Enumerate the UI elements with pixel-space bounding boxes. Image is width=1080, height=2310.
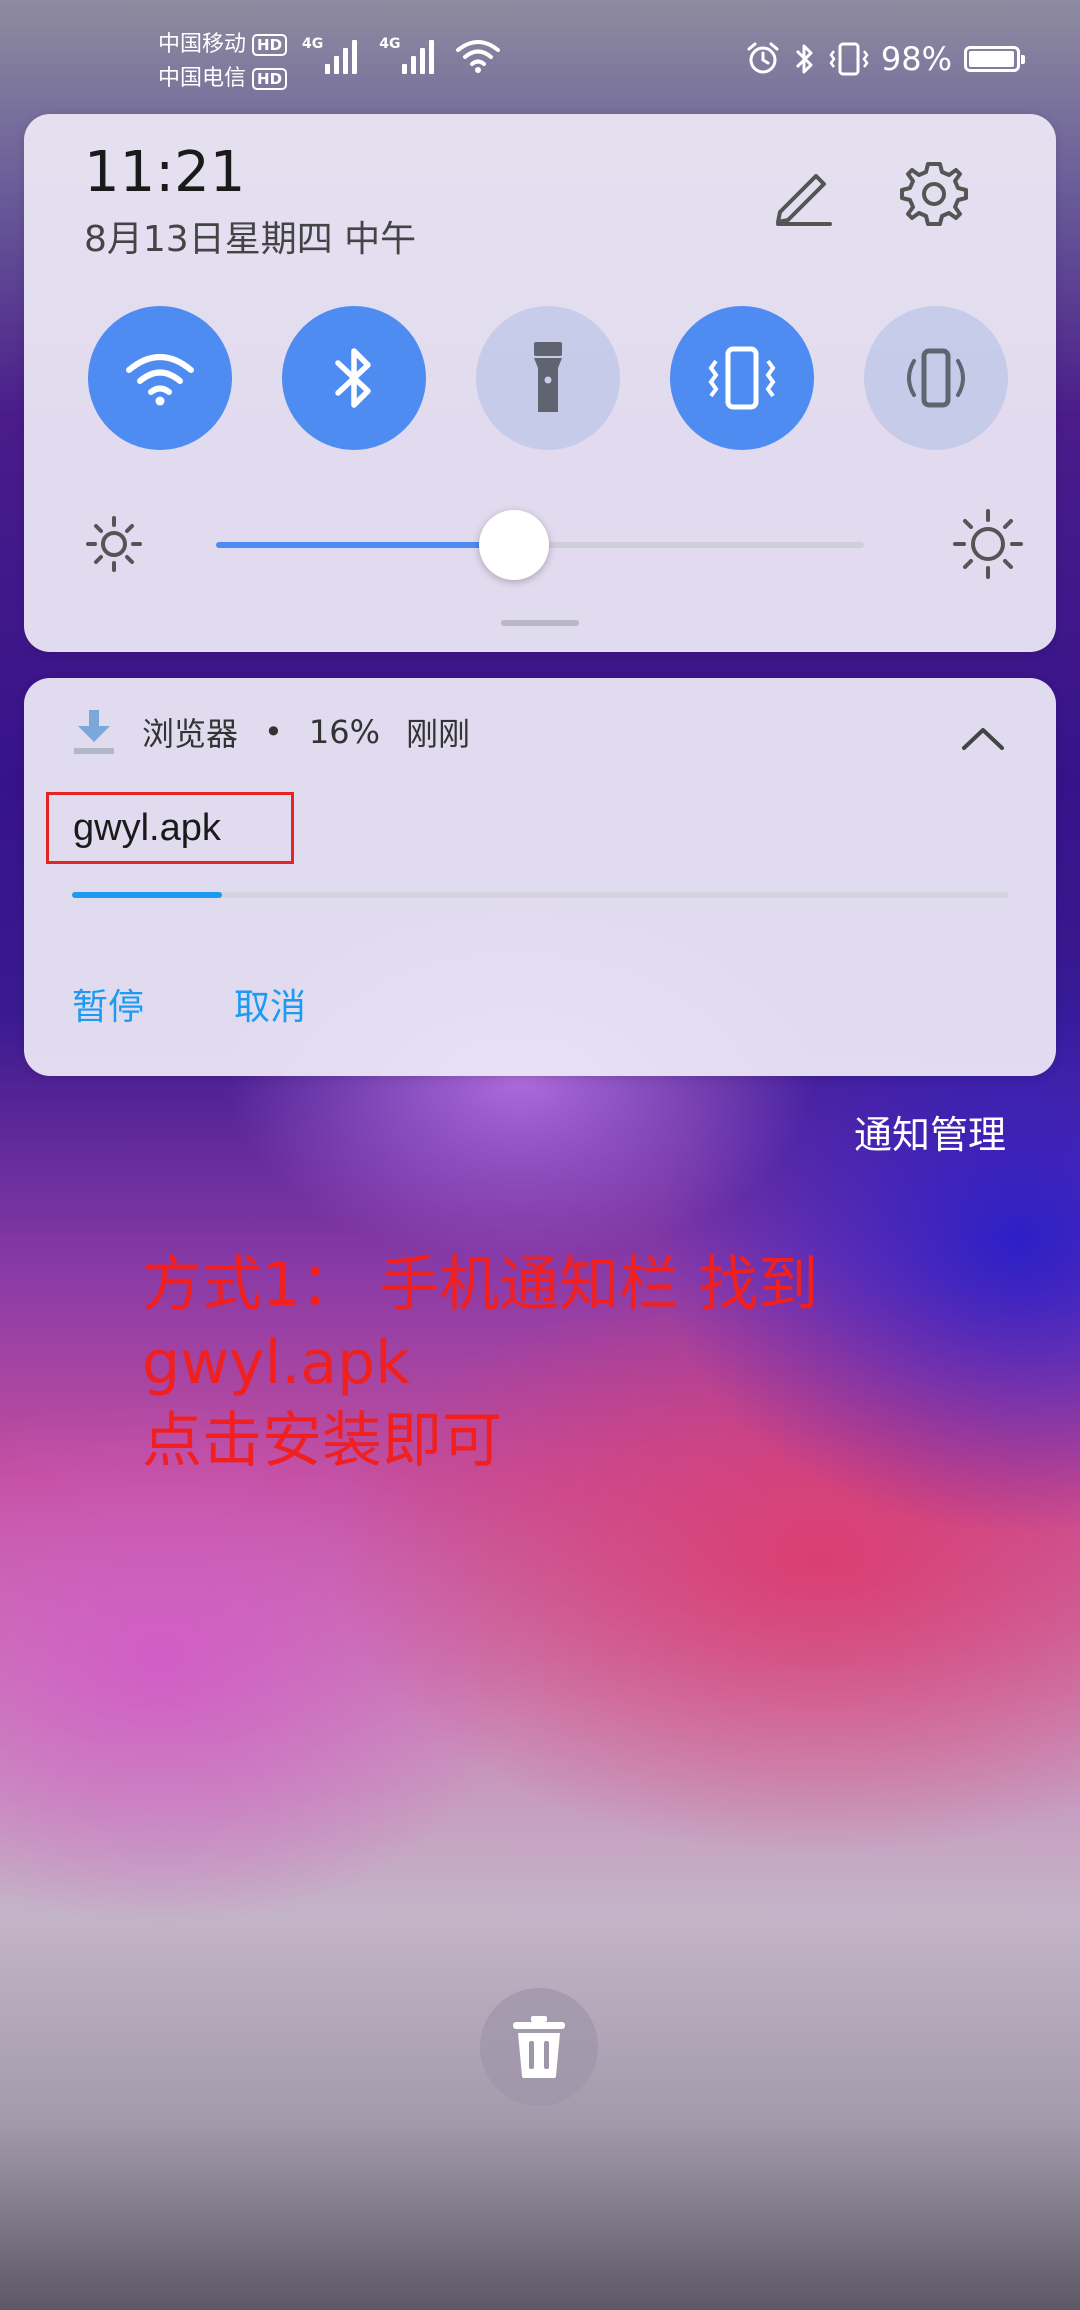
annotation-line-1: 方式1： 手机通知栏 找到 — [142, 1250, 819, 1320]
hd-badge: HD — [252, 68, 288, 90]
hd-badge: HD — [252, 34, 288, 56]
flashlight-icon — [534, 342, 562, 412]
vibrate-icon — [708, 346, 776, 410]
trash-icon — [513, 2016, 565, 2078]
edit-button[interactable] — [764, 154, 844, 234]
notification-manage-link[interactable]: 通知管理 — [854, 1104, 1006, 1159]
quick-settings-panel: 11:21 8月13日星期四 中午 — [24, 114, 1056, 652]
signal-indicators: 4G 4G — [302, 36, 501, 74]
status-bar: 中国移动 HD 中国电信 HD 4G 4G 98% — [0, 0, 1080, 110]
download-progress-bar — [72, 892, 1008, 898]
clear-notifications-button[interactable] — [480, 1988, 598, 2106]
download-file-name: gwyl.apk — [73, 806, 221, 849]
network-type-label: 4G — [302, 36, 324, 52]
bluetooth-toggle[interactable] — [282, 306, 426, 450]
wifi-status-icon — [456, 40, 501, 73]
auto-rotate-toggle[interactable] — [864, 306, 1008, 450]
instruction-annotation: 方式1： 手机通知栏 找到 gwyl.apk 点击安装即可 — [142, 1246, 818, 1480]
annotation-line-3: 点击安装即可 — [142, 1406, 502, 1476]
carrier-info: 中国移动 HD 中国电信 HD — [158, 28, 288, 96]
pause-button[interactable]: 暂停 — [72, 978, 144, 1030]
header-separator: • — [264, 713, 283, 751]
network-type-label: 4G — [379, 36, 401, 52]
brightness-low-icon — [86, 516, 142, 572]
carrier-1-label: 中国移动 — [158, 32, 247, 57]
settings-button[interactable] — [894, 154, 974, 234]
brightness-slider-knob[interactable] — [479, 510, 550, 580]
battery-fill — [969, 51, 1014, 67]
file-name-highlight: gwyl.apk — [46, 792, 294, 864]
brightness-slider-fill — [216, 542, 515, 548]
vibrate-toggle[interactable] — [670, 306, 814, 450]
wifi-icon — [126, 354, 194, 406]
quick-toggles — [88, 306, 1008, 450]
battery-percent: 98% — [880, 40, 952, 78]
battery-icon — [964, 46, 1025, 72]
clock: 11:21 — [84, 140, 246, 205]
download-progress-text: 16% — [308, 713, 381, 751]
bluetooth-icon — [335, 348, 371, 408]
notification-time: 刚刚 — [406, 715, 471, 753]
download-progress-fill — [72, 892, 222, 898]
chevron-up-icon — [962, 728, 1004, 750]
brightness-high-icon — [953, 509, 1023, 579]
download-icon — [74, 710, 114, 754]
notification-app-name: 浏览器 — [142, 715, 239, 753]
carrier-2-label: 中国电信 — [158, 66, 247, 91]
alarm-icon — [747, 42, 779, 74]
vibrate-status-icon — [829, 42, 869, 76]
status-right-group: 98% — [745, 40, 1025, 78]
brightness-slider[interactable] — [216, 510, 864, 580]
annotation-line-2: gwyl.apk — [142, 1328, 411, 1398]
panel-drag-handle[interactable] — [501, 620, 579, 626]
pencil-icon — [776, 174, 832, 226]
collapse-button[interactable] — [958, 718, 1008, 758]
cancel-button[interactable]: 取消 — [234, 978, 306, 1030]
flashlight-toggle[interactable] — [476, 306, 620, 450]
download-notification[interactable]: 浏览器 • 16% 刚刚 gwyl.apk 暂停 取消 — [24, 678, 1056, 1076]
cell-signal-icon: 4G — [379, 36, 435, 74]
notification-actions: 暂停 取消 — [72, 978, 306, 1030]
gear-icon — [900, 162, 968, 226]
brightness-control — [84, 494, 1024, 594]
date-label: 8月13日星期四 中午 — [84, 219, 417, 260]
cell-signal-icon: 4G — [302, 36, 358, 74]
auto-rotate-icon — [907, 348, 965, 408]
notification-header: 浏览器 • 16% 刚刚 — [72, 708, 470, 756]
wifi-toggle[interactable] — [88, 306, 232, 450]
bluetooth-status-icon — [795, 44, 813, 74]
